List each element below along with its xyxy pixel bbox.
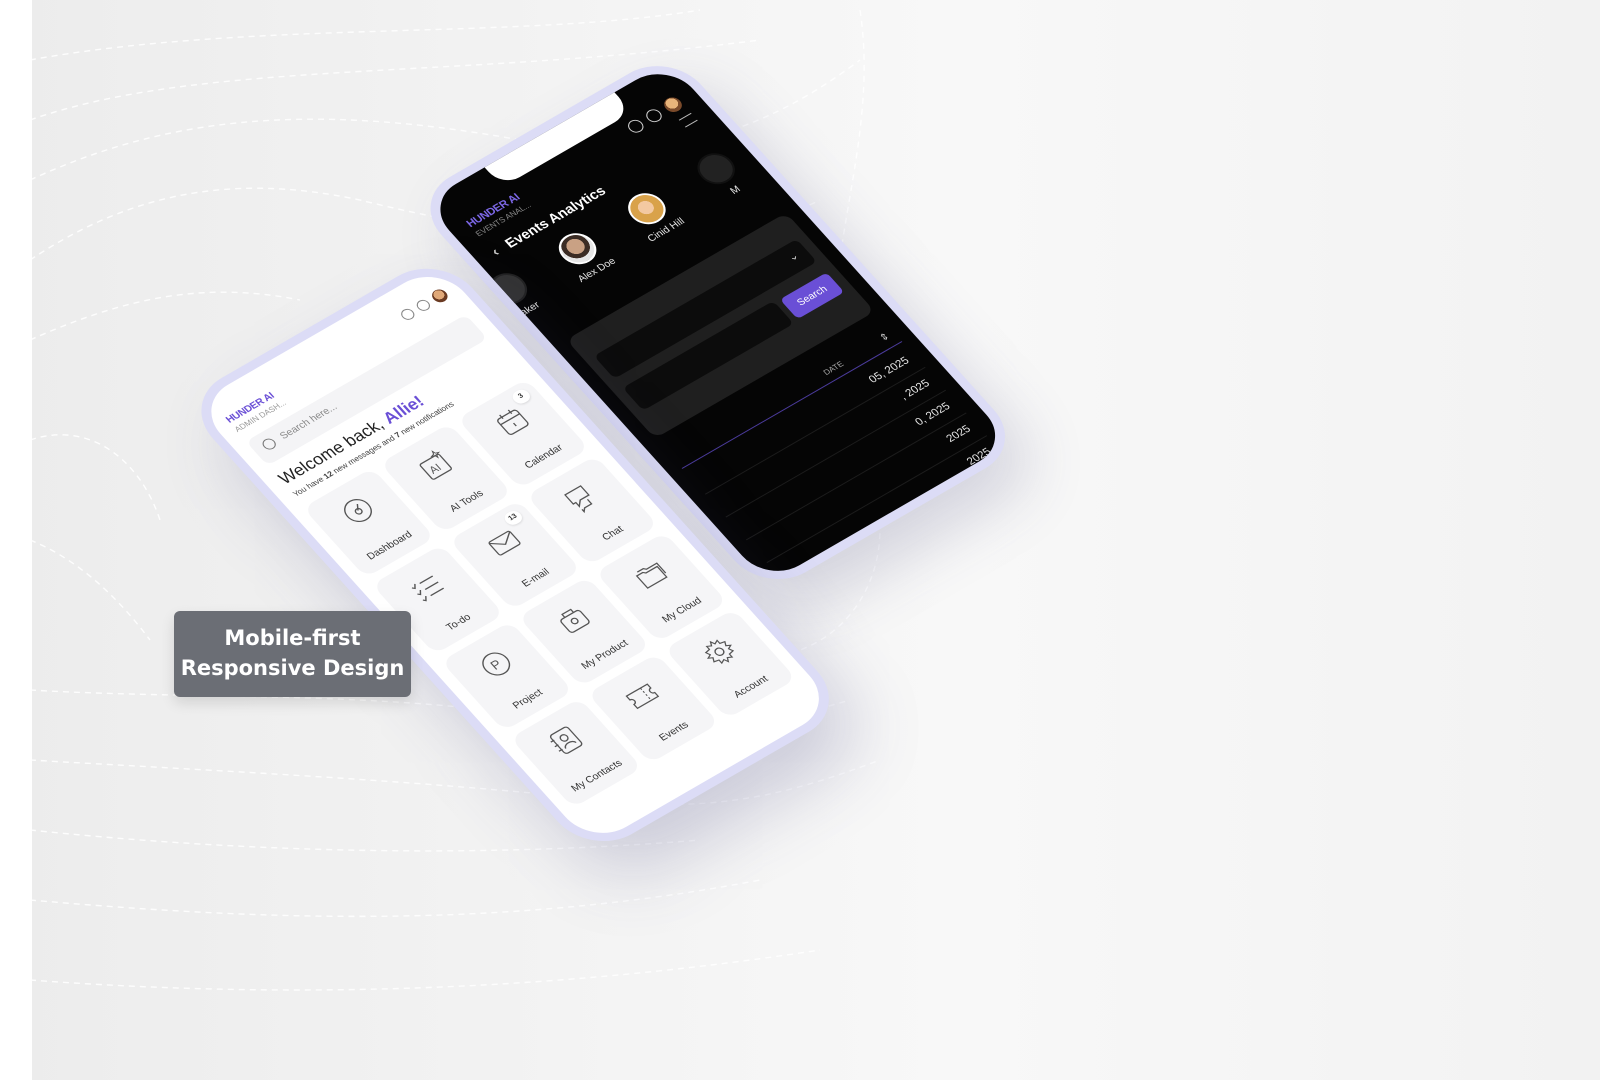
column-header-date[interactable]: DATE <box>821 360 845 377</box>
sort-icon[interactable]: ⇕ <box>878 331 893 344</box>
tile-label: Events <box>657 719 692 744</box>
back-arrow-icon[interactable]: ‹ <box>487 244 502 258</box>
avatar[interactable] <box>660 94 686 115</box>
svg-text:P: P <box>487 657 505 673</box>
avatar[interactable] <box>428 287 451 305</box>
todo-icon <box>411 575 445 602</box>
calendar-icon <box>497 409 529 435</box>
speaker-item[interactable]: M <box>674 138 770 212</box>
tile-label: Account <box>731 673 771 701</box>
svg-text:AI: AI <box>427 462 444 476</box>
feature-caption: Mobile-first Responsive Design <box>174 611 411 697</box>
product-icon <box>560 608 590 633</box>
moon-icon[interactable] <box>398 306 418 322</box>
header-icons <box>624 94 686 136</box>
speaker-item[interactable]: Cinid Hill <box>605 178 701 252</box>
tile-label: My Contacts <box>569 757 625 795</box>
project-icon: P <box>482 652 511 676</box>
speaker-item[interactable]: Alex Doe <box>536 218 632 292</box>
email-icon <box>488 530 521 556</box>
ticket-icon <box>625 683 660 710</box>
ai-tools-icon: AI <box>419 450 452 480</box>
cloud-icon <box>635 562 668 589</box>
caption-line-2: Responsive Design <box>180 656 405 680</box>
dashboard-icon <box>344 499 372 523</box>
contacts-icon <box>549 726 583 754</box>
chat-icon <box>564 485 593 514</box>
search-button[interactable]: Search <box>779 272 845 320</box>
hamburger-menu-icon[interactable] <box>678 112 698 128</box>
caption-line-1: Mobile-first <box>224 626 361 650</box>
chevron-down-icon: ⌄ <box>784 249 802 264</box>
palette-icon[interactable] <box>414 297 433 313</box>
search-icon <box>259 436 279 452</box>
gear-icon <box>704 639 735 665</box>
header-icons <box>398 287 451 323</box>
moon-icon[interactable] <box>624 117 647 136</box>
palette-icon[interactable] <box>643 106 665 125</box>
